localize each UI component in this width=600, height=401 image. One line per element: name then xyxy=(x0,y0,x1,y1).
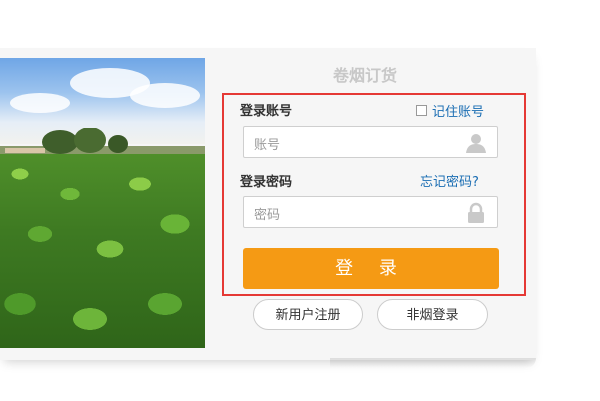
account-label: 登录账号 xyxy=(240,104,293,119)
account-placeholder: 账号 xyxy=(254,138,281,153)
password-label: 登录密码 xyxy=(240,175,293,190)
cloud xyxy=(130,83,200,108)
page-title: 卷烟订货 xyxy=(333,66,398,85)
password-placeholder: 密码 xyxy=(254,208,281,223)
tobacco-field xyxy=(0,154,205,348)
remember-account[interactable]: 记住账号 xyxy=(416,101,484,120)
remember-checkbox[interactable] xyxy=(416,105,427,116)
remember-label[interactable]: 记住账号 xyxy=(432,101,484,120)
user-icon xyxy=(465,132,487,154)
cloud xyxy=(10,93,70,113)
forgot-password-link[interactable]: 忘记密码? xyxy=(420,171,479,190)
account-input[interactable]: 账号 xyxy=(243,126,498,158)
login-button[interactable]: 登 录 xyxy=(243,248,499,289)
non-tobacco-login-button[interactable]: 非烟登录 xyxy=(377,299,488,330)
card-shadow xyxy=(330,358,536,368)
lock-icon xyxy=(465,202,487,224)
password-input[interactable]: 密码 xyxy=(243,196,498,228)
tobacco-field-photo xyxy=(0,58,205,348)
register-button[interactable]: 新用户注册 xyxy=(253,299,363,330)
